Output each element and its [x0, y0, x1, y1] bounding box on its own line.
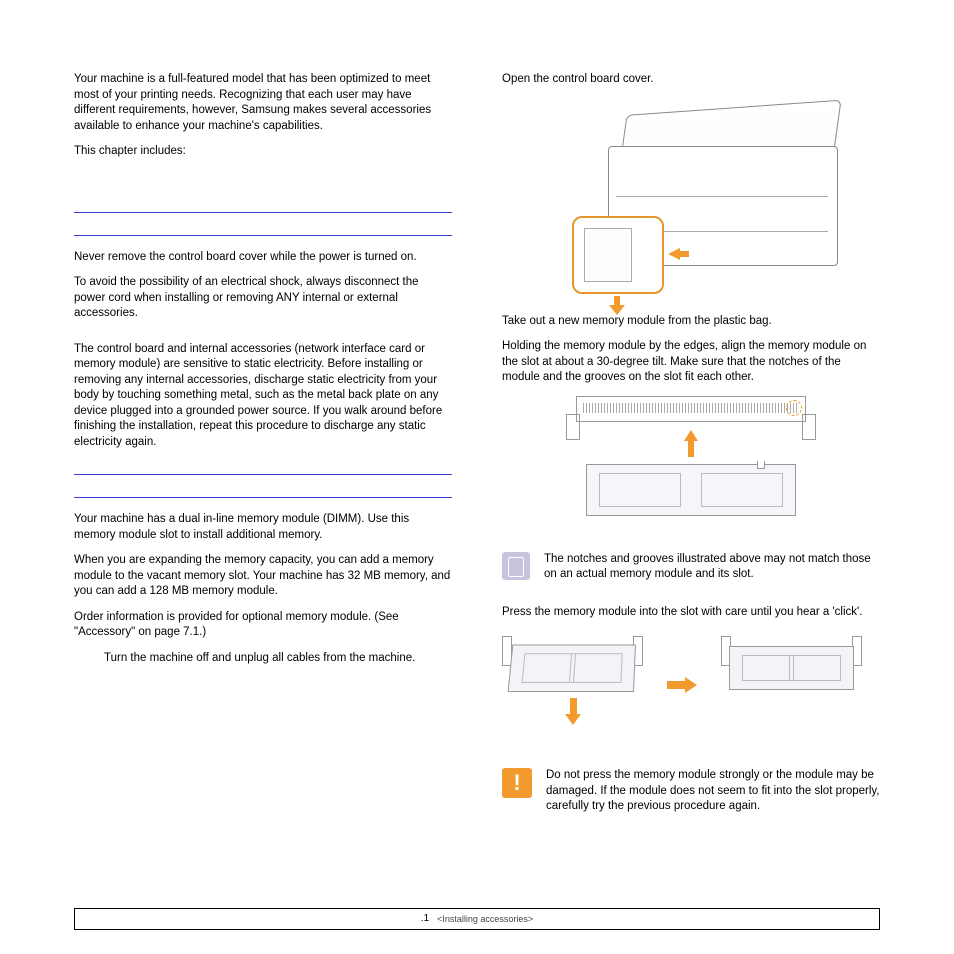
arrow-down-icon [565, 698, 581, 725]
section-divider [74, 474, 452, 498]
footer-section: <Installing accessories> [437, 913, 533, 925]
notch-highlight-icon [786, 400, 802, 416]
page-footer: .1 <Installing accessories> [74, 908, 880, 930]
memory-p2: When you are expanding the memory capaci… [74, 553, 452, 600]
arrow-right-icon [667, 677, 697, 694]
memory-slot-illustration [566, 396, 816, 526]
intro-paragraph: Your machine is a full-featured model th… [74, 72, 452, 134]
arrow-left-icon [668, 248, 680, 260]
memory-p1: Your machine has a dual in-line memory m… [74, 512, 452, 543]
chapter-includes: This chapter includes: [74, 144, 452, 160]
note-text: The notches and grooves illustrated abov… [544, 552, 880, 583]
step-1: Turn the machine off and unplug all cabl… [74, 651, 452, 667]
printer-illustration [566, 98, 816, 298]
note-icon [502, 552, 530, 580]
caution-block: ! Do not press the memory module strongl… [502, 768, 880, 825]
page-number: .1 [421, 912, 429, 926]
take-out-text: Take out a new memory module from the pl… [502, 314, 880, 330]
holding-text: Holding the memory module by the edges, … [502, 339, 880, 386]
caution-icon: ! [502, 768, 532, 798]
right-column: Open the control board cover. Take out a… [502, 72, 880, 825]
cover-popout-highlight [572, 216, 664, 294]
caution-text: Do not press the memory module strongly … [546, 768, 880, 815]
arrow-down-icon [614, 296, 620, 306]
arrow-up-icon [684, 430, 698, 457]
memory-p3: Order information is provided for option… [74, 610, 452, 641]
section-divider [74, 212, 452, 236]
precaution-1: Never remove the control board cover whi… [74, 250, 452, 266]
precaution-2: To avoid the possibility of an electrica… [74, 275, 452, 322]
press-text: Press the memory module into the slot wi… [502, 605, 880, 621]
open-cover-text: Open the control board cover. [502, 72, 880, 88]
press-module-illustration [502, 630, 862, 740]
left-column: Your machine is a full-featured model th… [74, 72, 452, 825]
precaution-3: The control board and internal accessori… [74, 342, 452, 451]
note-block: The notches and grooves illustrated abov… [502, 552, 880, 593]
